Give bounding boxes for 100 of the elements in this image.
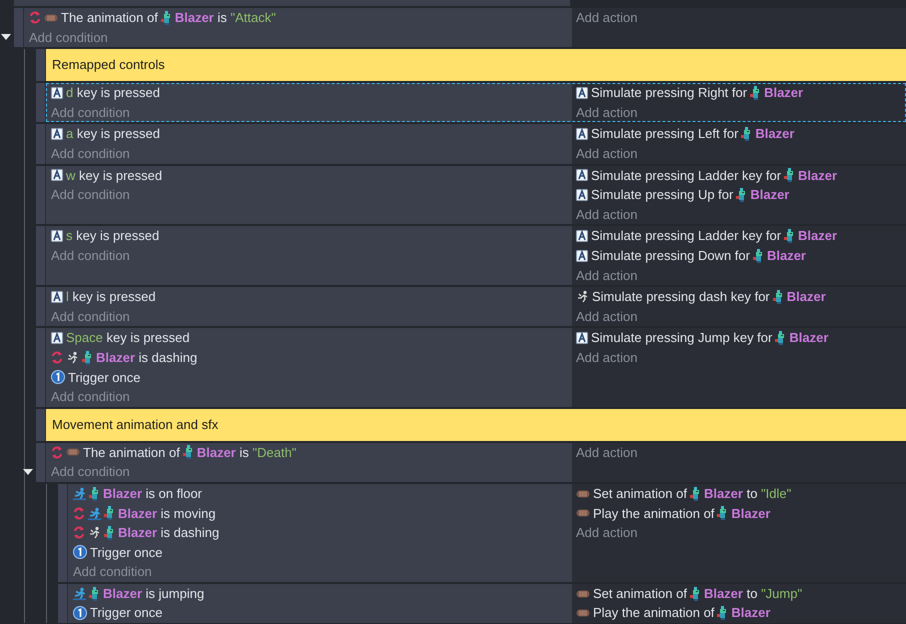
key-icon	[576, 169, 588, 182]
character-sprite-icon	[82, 350, 93, 365]
add-action-link[interactable]: Add action	[576, 306, 638, 326]
add-condition-link[interactable]: Add condition	[51, 462, 130, 482]
drag-handle[interactable]	[36, 166, 46, 224]
event-block[interactable]: Blazer is on floor Blazer is moving Blazer is dashing Trigger once Add condition Set animation of Blazer to "Idle" Play the animation of Blazer Add action	[68, 484, 906, 582]
add-action-link[interactable]: Add action	[576, 8, 638, 28]
action-text: Simulate pressing Ladder key for	[591, 166, 782, 185]
drag-handle[interactable]	[36, 49, 46, 82]
key-icon	[51, 332, 63, 344]
capsule-icon	[576, 588, 590, 599]
condition-text: Blazer is jumping	[103, 584, 204, 603]
add-action-link[interactable]: Add action	[576, 204, 638, 224]
character-sprite-icon	[741, 127, 752, 142]
drag-handle[interactable]	[36, 83, 46, 122]
add-action-link[interactable]: Add action	[576, 523, 638, 543]
character-sprite-icon	[784, 229, 796, 244]
action-text: Simulate pressing Left for	[591, 125, 738, 144]
action-text: Blazer	[786, 288, 826, 306]
event-block[interactable]: d key is pressed Add condition Simulate pressing Right for Blazer Add action	[46, 83, 906, 122]
character-sprite-icon	[690, 486, 701, 501]
key-icon	[51, 290, 63, 303]
event-block[interactable]: The animation of Blazer is "Death" Add condition Add action	[46, 442, 906, 482]
action-text: Simulate pressing Right for	[591, 84, 748, 102]
add-condition-link[interactable]: Add condition	[51, 102, 130, 122]
event-block[interactable]: Blazer is jumping Trigger once Set animation of Blazer to "Jump" Play the animation of Blazer	[68, 584, 906, 624]
character-sprite-icon	[750, 86, 762, 100]
add-condition-link[interactable]: Add condition	[73, 562, 152, 582]
action-text: Simulate pressing Down for	[591, 246, 750, 265]
condition-text: Trigger once	[90, 544, 162, 562]
add-action-link[interactable]: Add action	[576, 102, 638, 122]
key-icon	[576, 188, 588, 201]
event-block[interactable]: Space key is pressed Blazer is dashing Trigger once Add condition Simulate pressing Jump key for Blazer Add action	[46, 328, 906, 407]
character-sprite-icon	[784, 168, 796, 182]
drag-handle[interactable]	[36, 408, 46, 441]
key-icon	[576, 230, 588, 242]
character-sprite-icon	[775, 331, 786, 346]
action-text: Blazer	[798, 166, 838, 185]
condition-text: w key is pressed	[66, 166, 162, 185]
action-text: Blazer to "Idle"	[704, 484, 792, 503]
character-sprite-icon	[717, 506, 728, 520]
add-condition-link[interactable]: Add condition	[51, 387, 130, 407]
key-icon	[576, 250, 588, 262]
add-action-link[interactable]: Add action	[576, 348, 638, 368]
action-text: Play the animation of	[593, 604, 714, 622]
drag-handle[interactable]	[36, 328, 46, 407]
key-icon	[51, 86, 63, 99]
action-text: Blazer	[755, 125, 794, 144]
drag-handle[interactable]	[58, 584, 68, 624]
character-sprite-icon	[89, 586, 100, 601]
drag-handle[interactable]	[36, 442, 46, 482]
add-condition-link[interactable]: Add condition	[51, 144, 130, 164]
collapse-arrow-icon[interactable]	[1, 33, 11, 42]
action-text: Simulate pressing Ladder key for	[591, 227, 782, 246]
action-text: Simulate pressing Up for	[591, 186, 734, 204]
key-icon	[576, 128, 588, 140]
add-condition-link[interactable]: Add condition	[51, 246, 130, 266]
key-icon	[576, 332, 588, 344]
event-block[interactable]: l key is pressed Add condition Simulate pressing dash key for Blazer Add action	[46, 287, 906, 326]
add-condition-link[interactable]: Add condition	[29, 28, 108, 48]
drag-handle[interactable]	[14, 8, 24, 48]
drag-handle[interactable]	[36, 124, 46, 164]
action-text: Blazer	[731, 604, 770, 622]
capsule-icon	[576, 488, 590, 499]
key-icon	[51, 169, 63, 182]
add-action-link[interactable]: Add action	[576, 144, 638, 164]
runner-icon	[576, 290, 589, 304]
comment-text: Movement animation and sfx	[52, 416, 218, 434]
add-action-link[interactable]: Add action	[576, 442, 638, 462]
add-condition-link[interactable]: Add condition	[51, 185, 130, 205]
key-icon	[576, 86, 588, 99]
runner-icon	[73, 587, 86, 600]
capsule-icon	[576, 608, 590, 618]
condition-text: d key is pressed	[66, 84, 160, 102]
event-block[interactable]: w key is pressed Add condition Simulate pressing Ladder key for Blazer Simulate pressing Up for Blazer Add action	[46, 166, 906, 224]
add-action-link[interactable]: Add action	[576, 266, 638, 286]
action-text: Blazer	[731, 504, 770, 523]
character-sprite-icon	[752, 248, 764, 263]
condition-text: Space key is pressed	[66, 329, 190, 348]
character-sprite-icon	[89, 486, 100, 501]
action-text: Blazer	[750, 186, 790, 204]
character-sprite-icon	[717, 606, 728, 620]
comment-text: Remapped controls	[52, 56, 165, 74]
action-text: Blazer to "Jump"	[704, 584, 802, 603]
event-block[interactable]: s key is pressed Add condition Simulate pressing Ladder key for Blazer Simulate pressing Down for Blazer Add action	[46, 226, 906, 286]
condition-text: Blazer is moving	[118, 504, 216, 523]
action-text: Set animation of	[593, 584, 687, 603]
event-block[interactable]: The animation of Blazer is "Attack" Add condition Add action	[24, 8, 906, 48]
action-text: Blazer	[764, 84, 804, 102]
add-condition-link[interactable]: Add condition	[51, 306, 130, 326]
condition-text: a key is pressed	[66, 125, 160, 144]
condition-text: Blazer is dashing	[118, 524, 220, 542]
action-text: Set animation of	[593, 484, 687, 503]
condition-text: The animation of	[61, 9, 158, 28]
drag-handle[interactable]	[58, 484, 68, 582]
capsule-icon	[576, 508, 590, 518]
event-block[interactable]: a key is pressed Add condition Simulate pressing Left for Blazer Add action	[46, 124, 906, 164]
collapse-arrow-icon[interactable]	[23, 468, 33, 476]
drag-handle[interactable]	[36, 287, 46, 326]
drag-handle[interactable]	[36, 226, 46, 286]
